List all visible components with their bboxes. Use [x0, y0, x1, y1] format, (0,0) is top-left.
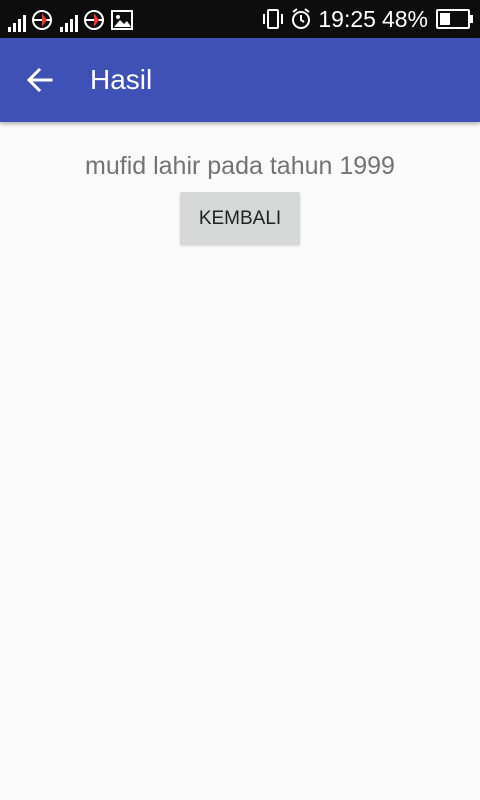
- battery-icon: [436, 9, 473, 29]
- status-time: 19:25: [318, 6, 376, 32]
- alarm-icon: [292, 8, 311, 29]
- back-button[interactable]: [20, 60, 60, 100]
- status-bar: 19:25 48%: [0, 0, 480, 38]
- main-content: mufid lahir pada tahun 1999 KEMBALI: [0, 122, 480, 800]
- image-icon: [111, 10, 133, 30]
- arrow-left-icon: [26, 67, 53, 93]
- vibrate-icon: [263, 9, 284, 29]
- status-bar-right: 19:25 48%: [262, 5, 473, 33]
- kembali-button[interactable]: KEMBALI: [180, 192, 300, 245]
- result-text: mufid lahir pada tahun 1999: [85, 152, 395, 180]
- carrier-icon: [84, 10, 104, 30]
- app-bar: Hasil: [0, 38, 480, 122]
- page-title: Hasil: [90, 64, 153, 95]
- signal-icon: [60, 12, 78, 32]
- battery-percentage: 48%: [381, 6, 428, 32]
- status-bar-left: [8, 6, 134, 32]
- signal-icon: [8, 12, 26, 32]
- battery-level: [440, 13, 451, 25]
- carrier-icon: [32, 10, 52, 30]
